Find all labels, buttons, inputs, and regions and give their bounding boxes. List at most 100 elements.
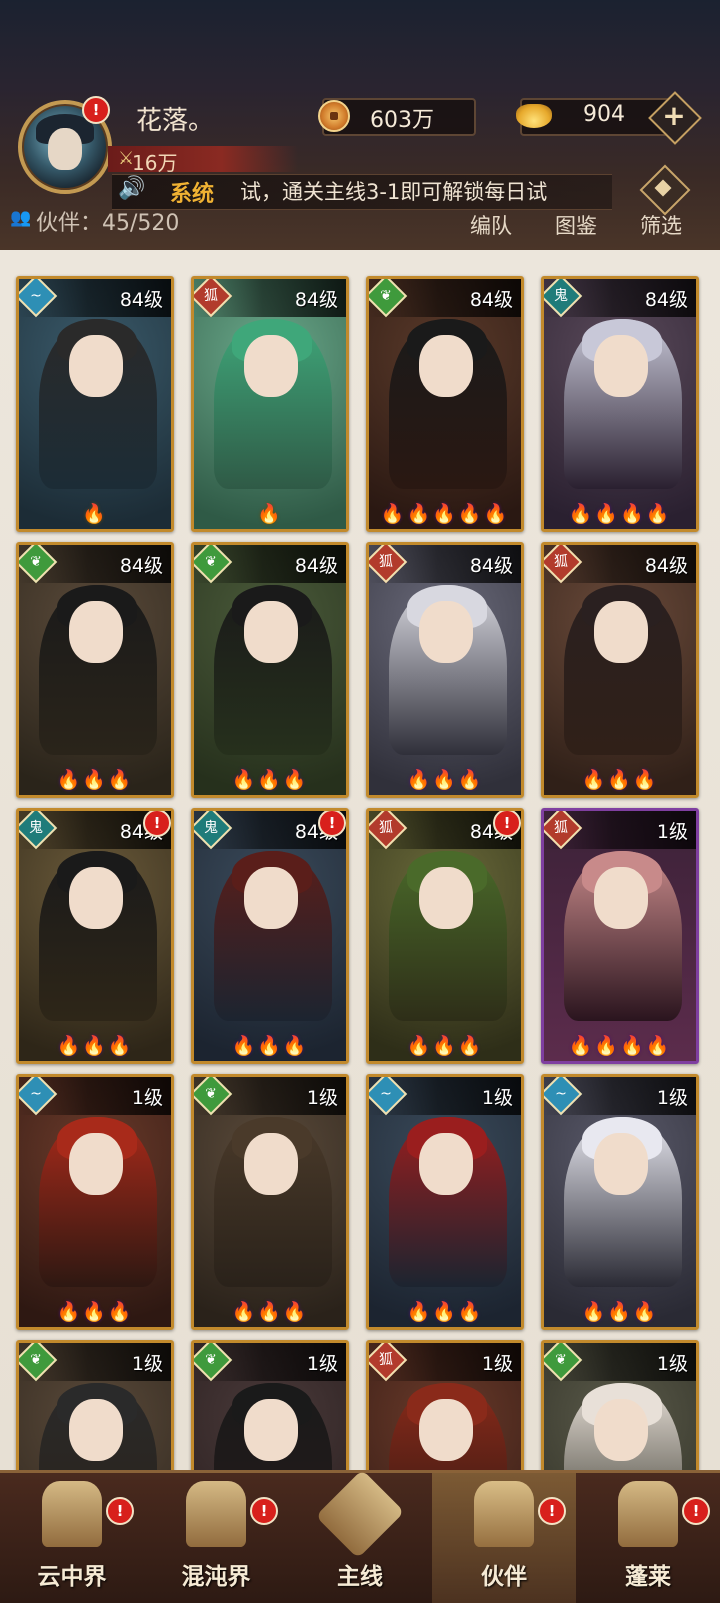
partner-level: 84级 bbox=[644, 289, 688, 311]
portrait-face bbox=[594, 1399, 648, 1461]
partner-level: 1级 bbox=[306, 1087, 338, 1109]
tab-alert-badge: ! bbox=[538, 1497, 566, 1525]
partner-card[interactable]: 1级 ~ 🔥🔥🔥 bbox=[541, 1074, 699, 1330]
gold-ingot-icon bbox=[516, 104, 552, 128]
partner-card[interactable]: 84级 ❦ 🔥🔥🔥 bbox=[191, 542, 349, 798]
partner-card[interactable]: 1级 ❦ bbox=[541, 1340, 699, 1470]
tab-cloud-realm[interactable]: ! 云中界 bbox=[0, 1473, 144, 1603]
plus-icon[interactable]: + bbox=[662, 99, 686, 133]
card-alert-badge: ! bbox=[318, 811, 346, 837]
partner-card[interactable]: 84级 ❦ 🔥🔥🔥🔥🔥 bbox=[366, 276, 524, 532]
power-value: 16万 bbox=[132, 151, 178, 175]
element-glyph: ❦ bbox=[555, 1352, 567, 1368]
portrait-face bbox=[244, 867, 298, 929]
partner-card[interactable]: 1级 ❦ bbox=[191, 1340, 349, 1470]
element-glyph: 鬼 bbox=[29, 820, 43, 836]
copper-coin-icon bbox=[318, 100, 350, 132]
star-rank: 🔥🔥🔥 bbox=[231, 1035, 309, 1057]
filter-button[interactable]: 筛选 bbox=[640, 210, 682, 240]
avatar-face bbox=[48, 128, 82, 170]
crossed-swords-icon bbox=[315, 1469, 405, 1559]
partner-card[interactable]: 84级 狐 🔥 bbox=[191, 276, 349, 532]
element-glyph: 狐 bbox=[554, 554, 568, 570]
gold-value: 904 bbox=[583, 102, 625, 127]
star-rank: 🔥🔥🔥🔥 bbox=[568, 503, 672, 525]
tab-partners[interactable]: ! 伙伴 bbox=[432, 1473, 576, 1603]
portrait-face bbox=[244, 601, 298, 663]
star-rank: 🔥🔥🔥 bbox=[231, 769, 309, 791]
partner-card[interactable]: 84级鬼 🔥🔥🔥! bbox=[16, 808, 174, 1064]
star-rank: 🔥 bbox=[82, 503, 108, 525]
element-glyph: ~ bbox=[30, 288, 42, 304]
partner-card[interactable]: 84级 狐 🔥🔥🔥 bbox=[541, 542, 699, 798]
star-rank: 🔥🔥🔥🔥🔥 bbox=[380, 503, 510, 525]
partner-level: 1级 bbox=[656, 821, 688, 843]
tab-penglai[interactable]: ! 蓬莱 bbox=[576, 1473, 720, 1603]
star-rank: 🔥🔥🔥 bbox=[406, 1301, 484, 1323]
partner-count-value: 45/520 bbox=[102, 211, 180, 236]
portrait-face bbox=[594, 1133, 648, 1195]
partner-level: 84级 bbox=[469, 555, 513, 577]
portrait-face bbox=[69, 1133, 123, 1195]
partner-card[interactable]: 84级 狐 🔥🔥🔥 bbox=[366, 542, 524, 798]
partner-card[interactable]: 1级 ~ 🔥🔥🔥 bbox=[16, 1074, 174, 1330]
tab-label: 蓬莱 bbox=[625, 1564, 671, 1590]
element-glyph: 狐 bbox=[379, 820, 393, 836]
partners-icon: 👥 bbox=[10, 208, 32, 228]
partner-card[interactable]: 84级狐 🔥🔥🔥! bbox=[366, 808, 524, 1064]
element-glyph: 狐 bbox=[379, 1352, 393, 1368]
tab-alert-badge: ! bbox=[106, 1497, 134, 1525]
star-rank: 🔥🔥🔥 bbox=[231, 1301, 309, 1323]
partner-card[interactable]: 84级 ❦ 🔥🔥🔥 bbox=[16, 542, 174, 798]
sage-icon bbox=[618, 1481, 678, 1547]
partner-card[interactable]: 1级 狐 bbox=[366, 1340, 524, 1470]
portrait-face bbox=[69, 1399, 123, 1461]
element-glyph: ❦ bbox=[205, 1086, 217, 1102]
partner-card[interactable]: 1级 ~ 🔥🔥🔥 bbox=[366, 1074, 524, 1330]
partner-level: 1级 bbox=[131, 1353, 163, 1375]
tab-alert-badge: ! bbox=[250, 1497, 278, 1525]
star-rank: 🔥🔥🔥 bbox=[56, 769, 134, 791]
partner-count-label: 伙伴： bbox=[36, 211, 103, 236]
tab-chaos-realm[interactable]: ! 混沌界 bbox=[144, 1473, 288, 1603]
partner-level: 84级 bbox=[119, 289, 163, 311]
star-rank: 🔥🔥🔥🔥 bbox=[568, 1035, 672, 1057]
top-header: ! 花落。 ⚔ 16万 603万 904 + 🔊 系统 试，通关主线3-1即可解… bbox=[0, 0, 720, 250]
tab-label: 伙伴 bbox=[481, 1564, 527, 1590]
partner-card[interactable]: 1级 狐 🔥🔥🔥🔥 bbox=[541, 808, 699, 1064]
partner-card[interactable]: 1级 ❦ bbox=[16, 1340, 174, 1470]
partner-card[interactable]: 84级 鬼 🔥🔥🔥🔥 bbox=[541, 276, 699, 532]
element-glyph: ❦ bbox=[380, 288, 392, 304]
bottom-nav: ! 云中界 ! 混沌界 主线 ! 伙伴 ! 蓬莱 bbox=[0, 1469, 720, 1603]
star-rank: 🔥🔥🔥 bbox=[406, 1035, 484, 1057]
element-glyph: 狐 bbox=[554, 820, 568, 836]
codex-button[interactable]: 图鉴 bbox=[555, 210, 597, 240]
partner-card[interactable]: 84级鬼 🔥🔥🔥! bbox=[191, 808, 349, 1064]
element-glyph: ❦ bbox=[30, 1352, 42, 1368]
tab-main-story[interactable]: 主线 bbox=[288, 1469, 432, 1603]
partner-card[interactable]: 84级 ~ 🔥 bbox=[16, 276, 174, 532]
star-rank: 🔥 bbox=[257, 503, 283, 525]
card-alert-badge: ! bbox=[143, 811, 171, 837]
tab-label: 云中界 bbox=[37, 1564, 107, 1590]
partner-level: 1级 bbox=[481, 1353, 513, 1375]
coin-value: 603万 bbox=[370, 108, 434, 133]
portrait-face bbox=[594, 867, 648, 929]
portrait-face bbox=[594, 601, 648, 663]
element-glyph: ❦ bbox=[205, 1352, 217, 1368]
pavilion-icon bbox=[42, 1481, 102, 1547]
portrait-face bbox=[419, 867, 473, 929]
player-name: 花落。 bbox=[136, 106, 215, 136]
partner-card[interactable]: 1级 ❦ 🔥🔥🔥 bbox=[191, 1074, 349, 1330]
star-rank: 🔥🔥🔥 bbox=[581, 1301, 659, 1323]
partner-grid: 84级 ~ 🔥 84级狐 🔥 84级 ❦ 🔥🔥🔥🔥🔥 84级鬼 🔥🔥🔥🔥 84级 ❦ 🔥🔥🔥 84级 ❦ 🔥🔥… bbox=[0, 250, 720, 1470]
portrait-face bbox=[244, 1399, 298, 1461]
broadcast-message: 试，通关主线3-1即可解锁每日试 bbox=[240, 180, 548, 204]
avatar-alert-badge: ! bbox=[82, 96, 110, 124]
portrait-face bbox=[244, 1133, 298, 1195]
star-rank: 🔥🔥🔥 bbox=[56, 1035, 134, 1057]
star-rank: 🔥🔥🔥 bbox=[406, 769, 484, 791]
team-button[interactable]: 编队 bbox=[470, 210, 512, 240]
element-glyph: ~ bbox=[30, 1086, 42, 1102]
tab-label: 混沌界 bbox=[181, 1564, 251, 1590]
